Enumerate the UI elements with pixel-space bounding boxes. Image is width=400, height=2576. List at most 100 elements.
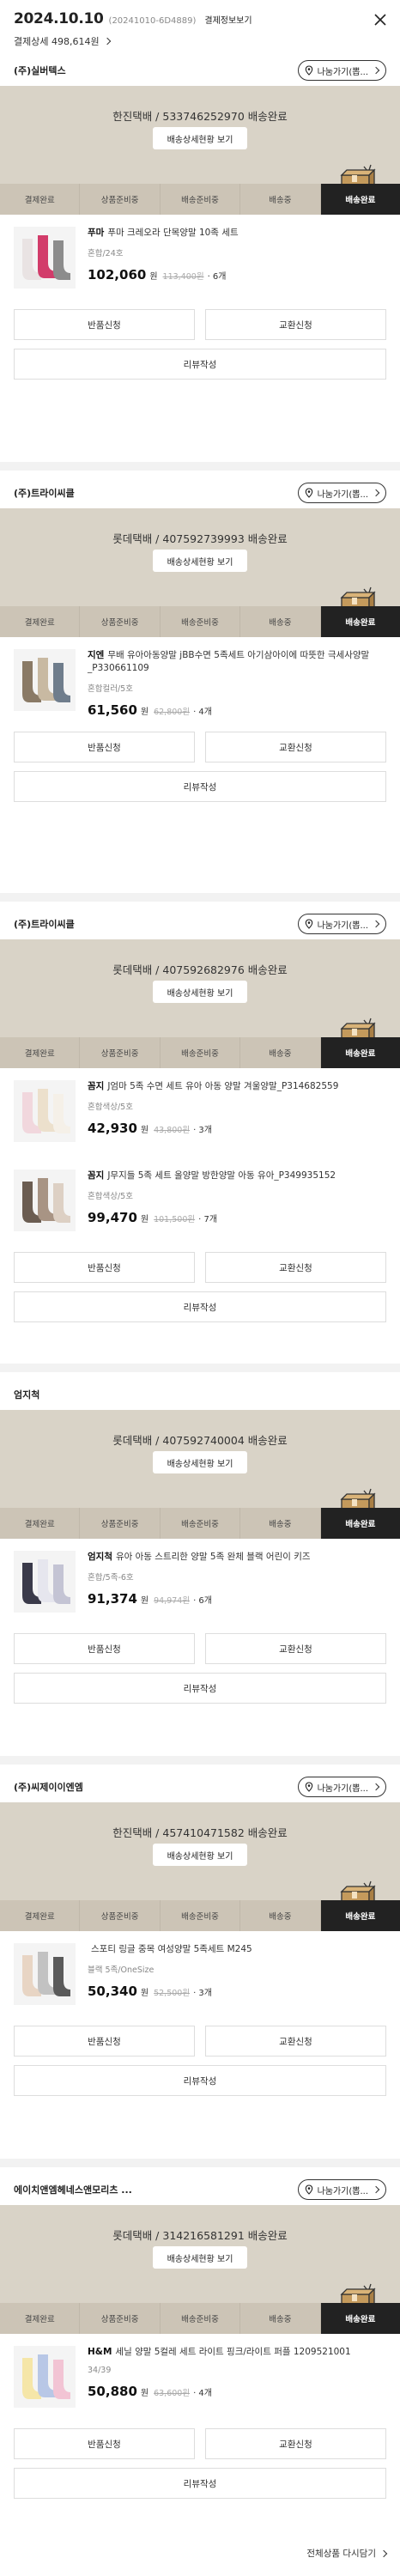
payment-summary[interactable]: 결제상세 498,614원 (14, 34, 386, 48)
delivery-step: 상품준비중 (80, 606, 161, 637)
list-item[interactable]: 꼼지 J엄마 5족 수면 세트 유아 아동 양말 겨울양말_P314682559 혼… (0, 1068, 400, 1157)
close-icon[interactable] (373, 12, 388, 27)
return-button[interactable]: 반품신청 (14, 732, 195, 762)
exchange-button[interactable]: 교환신청 (205, 2026, 386, 2057)
delivery-detail-button[interactable]: 배송상세현황 보기 (153, 550, 247, 572)
product-thumbnail[interactable] (14, 227, 76, 289)
reorder-all-link[interactable]: 전체상품 다시담기 (306, 2547, 388, 2560)
currency-unit: 원 (149, 272, 158, 282)
reorder-all-label: 전체상품 다시담기 (306, 2549, 376, 2559)
tracking-info: 한진택배 / 457410471582 배송완료 (112, 1826, 288, 1839)
delivery-steps: 결제완료 상품준비중 배송준비중 배송중 배송완료 (0, 1037, 400, 1068)
delivery-detail-button[interactable]: 배송상세현황 보기 (153, 1844, 247, 1866)
product-thumbnail[interactable] (14, 1080, 76, 1142)
product-name: 엄지척 유아 아동 스트리한 양말 5족 완체 블랙 어린이 키즈 (88, 1551, 386, 1564)
product-title[interactable]: J엄마 5족 수면 세트 유아 아동 양말 겨울양말_P314682559 (107, 1081, 338, 1091)
product-title[interactable]: 세닐 양말 5컬레 세트 라이트 핑크/라이트 퍼플 1209521001 (115, 2347, 350, 2357)
seller-name[interactable]: (주)트라이씨클 (14, 917, 75, 931)
seller-name[interactable]: (주)실버텍스 (14, 64, 66, 77)
section-divider (0, 893, 400, 902)
product-title[interactable]: 유아 아동 스트리한 양말 5족 완체 블랙 어린이 키즈 (116, 1552, 311, 1562)
product-title[interactable]: J무지들 5족 세트 올양말 방한양말 아동 유아_P349935152 (107, 1170, 336, 1181)
delivery-step: 배송준비중 (160, 606, 241, 637)
review-button[interactable]: 리뷰작성 (14, 2468, 386, 2499)
delivery-detail-button[interactable]: 배송상세현황 보기 (153, 981, 247, 1003)
product-thumbnail[interactable] (14, 2346, 76, 2408)
share-button[interactable]: 나눔가기(뽑... (297, 1777, 386, 1797)
exchange-button[interactable]: 교환신청 (205, 309, 386, 340)
chevron-right-icon (103, 37, 111, 46)
product-brand: 꼼지 (88, 1170, 105, 1181)
product-option: 34/39 (88, 2366, 112, 2375)
review-button[interactable]: 리뷰작성 (14, 1291, 386, 1322)
delivery-status-box: 한진택배 / 457410471582 배송완료 배송상세현황 보기 결제완료 상품준… (0, 1802, 400, 1931)
product-option: 혼합/24호 (88, 249, 124, 258)
delivery-step: 배송준비중 (160, 184, 241, 215)
review-button[interactable]: 리뷰작성 (14, 771, 386, 802)
product-thumbnail[interactable] (14, 1943, 76, 2005)
delivery-status-box: 롯데택배 / 407592682976 배송완료 배송상세현황 보기 결제완료 상품준… (0, 939, 400, 1068)
return-button[interactable]: 반품신청 (14, 2026, 195, 2057)
product-brand: 엄지척 (88, 1552, 112, 1562)
delivery-step: 배송중 (240, 1508, 321, 1539)
product-name: 꼼지 J엄마 5족 수면 세트 유아 아동 양말 겨울양말_P314682559 (88, 1080, 386, 1093)
delivery-steps: 결제완료 상품준비중 배송준비중 배송중 배송완료 (0, 606, 400, 637)
tracking-info: 롯데택배 / 407592740004 배송완료 (112, 1434, 288, 1447)
review-button[interactable]: 리뷰작성 (14, 349, 386, 380)
return-button[interactable]: 반품신청 (14, 2428, 195, 2459)
payment-detail-link[interactable]: 결제정보보기 (204, 13, 252, 26)
product-title[interactable]: 무배 유아아동양말 jBB수면 5족세트 아기삼아이에 따뜻한 극세사양말_P3… (88, 650, 369, 673)
seller-name[interactable]: 에이치앤엠헤네스앤모리츠 ... (14, 2183, 132, 2196)
list-item[interactable]: 스포티 링글 중목 여성양말 5족세트 M245 블랙 5족/OneSize 50,… (0, 1931, 400, 2020)
product-name: 꼼지 J무지들 5족 세트 올양말 방한양말 아동 유아_P349935152 (88, 1170, 386, 1182)
list-item[interactable]: 엄지척 유아 아동 스트리한 양말 5족 완체 블랙 어린이 키즈 혼합/5족-6호… (0, 1539, 400, 1628)
return-button[interactable]: 반품신청 (14, 1252, 195, 1283)
seller-name[interactable]: (주)트라이씨클 (14, 486, 75, 500)
seller-bar: (주)트라이씨클 나눔가기(뽑... (0, 477, 400, 508)
return-button[interactable]: 반품신청 (14, 1633, 195, 1664)
exchange-button[interactable]: 교환신청 (205, 1252, 386, 1283)
seller-bar: (주)씨제이이엔엠 나눔가기(뽑... (0, 1771, 400, 1802)
delivery-step: 결제완료 (0, 1037, 81, 1068)
delivery-step: 결제완료 (0, 606, 81, 637)
delivery-detail-button[interactable]: 배송상세현황 보기 (153, 1451, 247, 1473)
share-button[interactable]: 나눔가기(뽑... (297, 483, 386, 503)
delivery-step: 결제완료 (0, 184, 81, 215)
section-divider (0, 462, 400, 471)
product-thumbnail[interactable] (14, 1170, 76, 1231)
exchange-button[interactable]: 교환신청 (205, 2428, 386, 2459)
exchange-button[interactable]: 교환신청 (205, 1633, 386, 1664)
product-title[interactable]: 푸마 크레오라 단목양말 10족 세트 (107, 228, 238, 238)
delivery-status-box: 롯데택배 / 407592739993 배송완료 배송상세현황 보기 결제완료 상품준… (0, 508, 400, 637)
product-price: 50,340 (88, 1984, 137, 1999)
delivery-step: 배송완료 (320, 184, 400, 215)
share-button[interactable]: 나눔가기(뽑... (297, 914, 386, 934)
exchange-button[interactable]: 교환신청 (205, 732, 386, 762)
original-price: 43,800원 (154, 1126, 191, 1135)
location-pin-icon (305, 488, 312, 498)
return-button[interactable]: 반품신청 (14, 309, 195, 340)
seller-name[interactable]: 엄지척 (14, 1388, 39, 1401)
review-button[interactable]: 리뷰작성 (14, 1673, 386, 1704)
delivery-detail-button[interactable]: 배송상세현황 보기 (153, 127, 247, 149)
product-option: 블랙 5족/OneSize (88, 1965, 155, 1975)
product-thumbnail[interactable] (14, 649, 76, 711)
share-button[interactable]: 나눔가기(뽑... (297, 2179, 386, 2200)
location-pin-icon (305, 65, 312, 76)
list-item[interactable]: 푸마 푸마 크레오라 단목양말 10족 세트 혼합/24호 102,060 원 113,4… (0, 215, 400, 304)
list-item[interactable]: 지엔 무배 유아아동양말 jBB수면 5족세트 아기삼아이에 따뜻한 극세사양말_… (0, 637, 400, 726)
delivery-step: 상품준비중 (80, 1037, 161, 1068)
review-button[interactable]: 리뷰작성 (14, 2065, 386, 2096)
product-thumbnail[interactable] (14, 1551, 76, 1613)
list-item[interactable]: 꼼지 J무지들 5족 세트 올양말 방한양말 아동 유아_P349935152 혼합… (0, 1157, 400, 1247)
share-label: 나눔가기(뽑... (317, 489, 368, 500)
delivery-step: 상품준비중 (80, 1900, 161, 1931)
delivery-detail-button[interactable]: 배송상세현황 보기 (153, 2246, 247, 2269)
list-item[interactable]: H&M 세닐 양말 5컬레 세트 라이트 핑크/라이트 퍼플 1209521001… (0, 2334, 400, 2423)
section-divider (0, 1364, 400, 1372)
product-quantity: · 3개 (193, 1126, 212, 1135)
product-title[interactable]: 스포티 링글 중목 여성양말 5족세트 M245 (91, 1944, 252, 1954)
seller-name[interactable]: (주)씨제이이엔엠 (14, 1780, 83, 1794)
tracking-info: 롯데택배 / 314216581291 배송완료 (112, 2229, 288, 2242)
share-button[interactable]: 나눔가기(뽑... (297, 60, 386, 81)
